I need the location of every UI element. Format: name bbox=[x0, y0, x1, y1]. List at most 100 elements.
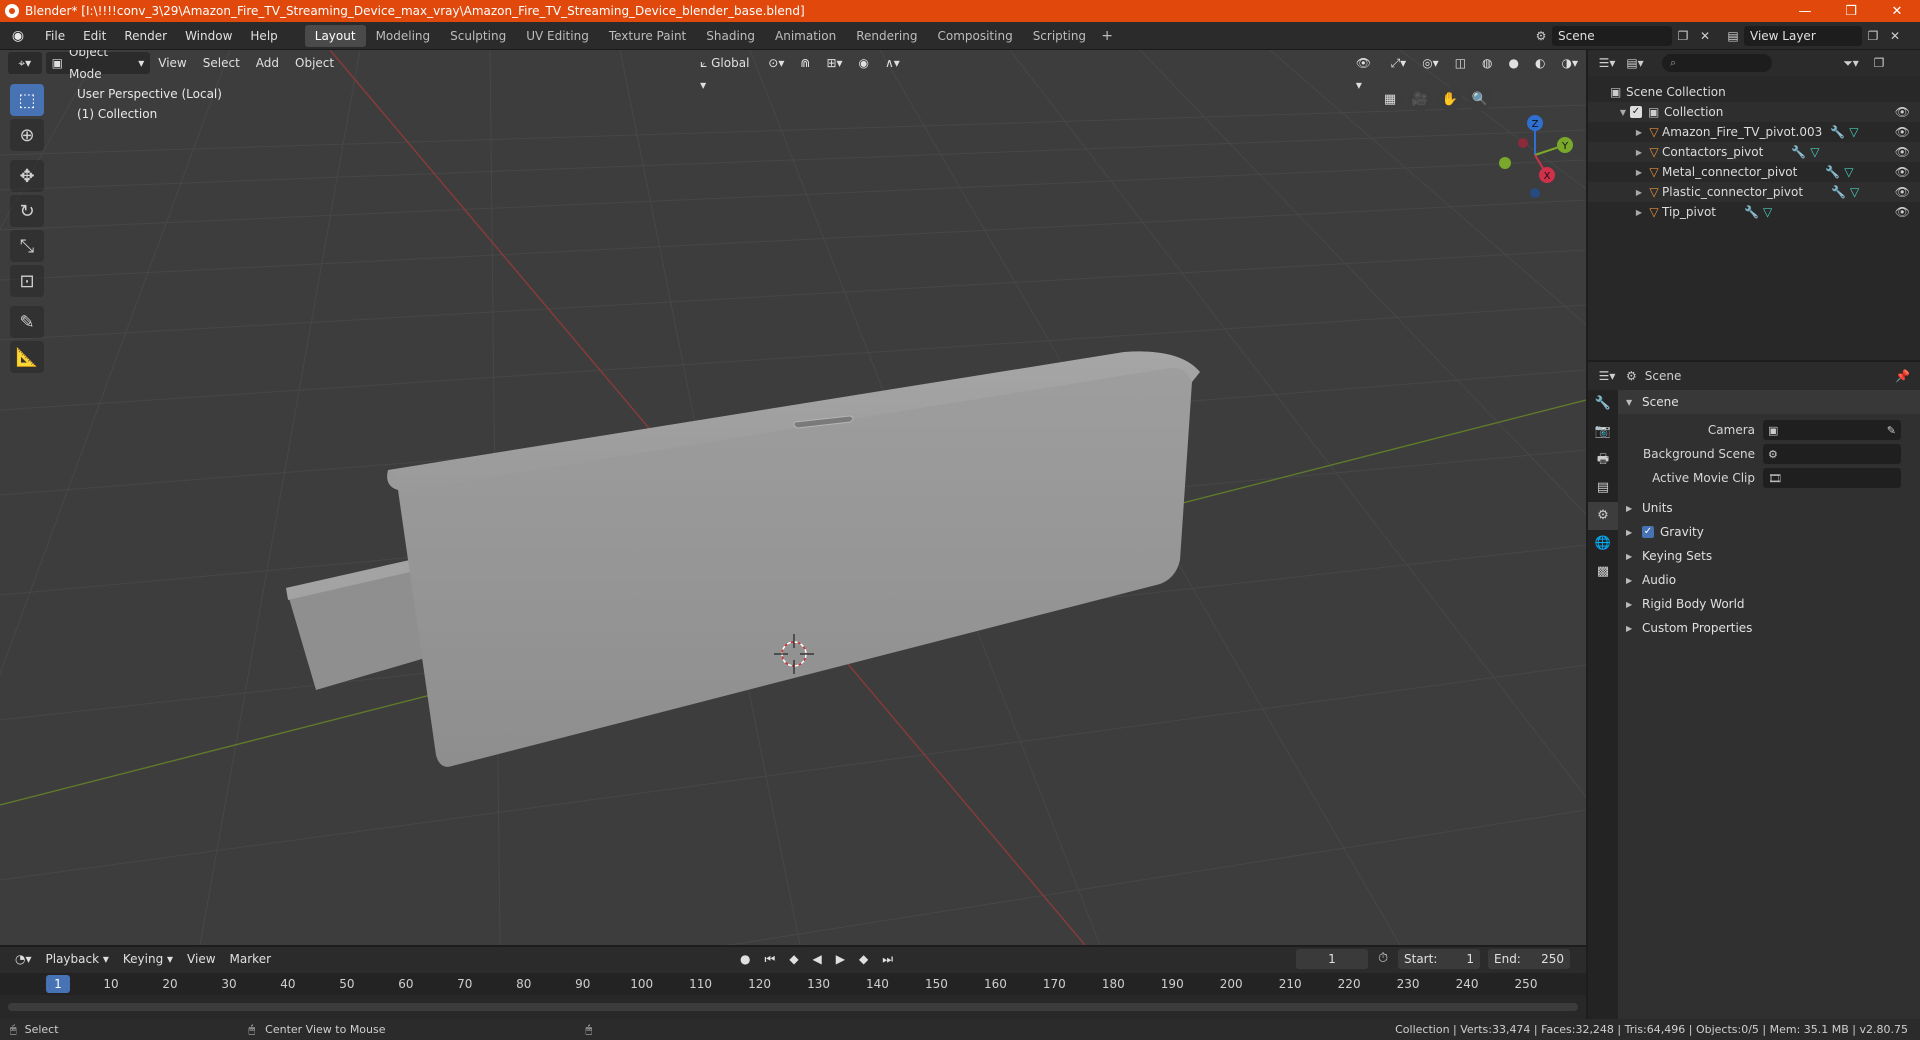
tab-layout[interactable]: Layout bbox=[304, 24, 366, 47]
pivot-point-icon[interactable]: ⊙▾ bbox=[760, 52, 792, 74]
tab-modeling[interactable]: Modeling bbox=[366, 25, 441, 47]
scene-field[interactable]: Scene bbox=[1552, 26, 1672, 46]
view-layer-field[interactable]: View Layer bbox=[1744, 26, 1862, 46]
properties-editor-type-icon[interactable]: ☰▾ bbox=[1596, 366, 1618, 386]
tab-scripting[interactable]: Scripting bbox=[1023, 25, 1096, 47]
rendered-shading-icon[interactable]: ◑▾ bbox=[1554, 52, 1587, 74]
modifier-wrench-icon[interactable]: 🔧 bbox=[1744, 205, 1759, 219]
proportional-edit-icon[interactable]: ◉ bbox=[851, 52, 877, 74]
world-tab-icon[interactable]: 🌐 bbox=[1588, 530, 1618, 558]
delete-view-layer-icon[interactable]: ✕ bbox=[1884, 26, 1906, 46]
outliner-collection[interactable]: ▼ ✓ ▣ Collection 👁 bbox=[1588, 102, 1920, 122]
eyedropper-icon[interactable]: ✎ bbox=[1887, 424, 1896, 437]
expand-arrow-icon[interactable]: ▶ bbox=[1632, 168, 1646, 177]
outliner-object-row[interactable]: ▶ ▽ Metal_connector_pivot 🔧 ▽ 👁 bbox=[1588, 162, 1920, 182]
menu-window[interactable]: Window bbox=[176, 22, 241, 50]
record-button-icon[interactable]: ● bbox=[733, 948, 757, 970]
rigid-body-world-panel-header[interactable]: ▶ Rigid Body World bbox=[1618, 592, 1920, 616]
timeline-editor-type-icon[interactable]: ◔▾ bbox=[8, 948, 39, 970]
gravity-checkbox[interactable]: ✓ bbox=[1642, 526, 1654, 538]
snap-target-icon[interactable]: ⊞▾ bbox=[818, 52, 850, 74]
texture-tab-icon[interactable]: ▩ bbox=[1588, 558, 1618, 586]
outliner-search-input[interactable]: ⌕ bbox=[1662, 54, 1772, 72]
modifier-wrench-icon[interactable]: 🔧 bbox=[1830, 125, 1845, 139]
keying-sets-panel-header[interactable]: ▶ Keying Sets bbox=[1618, 544, 1920, 568]
current-frame-field[interactable]: 1 bbox=[1296, 949, 1368, 969]
menu-render[interactable]: Render bbox=[115, 22, 176, 50]
modifier-wrench-icon[interactable]: 🔧 bbox=[1791, 145, 1806, 159]
falloff-icon[interactable]: ∧▾ bbox=[877, 52, 908, 74]
blender-logo-icon[interactable]: ◉ bbox=[10, 28, 26, 44]
outliner-editor-type-icon[interactable]: ☰▾ bbox=[1596, 53, 1618, 73]
tab-rendering[interactable]: Rendering bbox=[846, 25, 927, 47]
expand-arrow-icon[interactable]: ▶ bbox=[1632, 128, 1646, 137]
viewport-menu-view[interactable]: View bbox=[150, 52, 194, 74]
delete-scene-icon[interactable]: ✕ bbox=[1694, 26, 1716, 46]
tab-compositing[interactable]: Compositing bbox=[927, 25, 1022, 47]
units-panel-header[interactable]: ▶ Units bbox=[1618, 496, 1920, 520]
object-mode-dropdown[interactable]: ▣ Object Mode ▾ bbox=[45, 50, 151, 81]
menu-edit[interactable]: Edit bbox=[74, 22, 115, 50]
play-reverse-icon[interactable]: ◀ bbox=[806, 948, 829, 970]
rotate-tool-icon[interactable]: ↻ bbox=[10, 195, 44, 227]
mesh-data-icon[interactable]: ▽ bbox=[1810, 145, 1819, 159]
measure-tool-icon[interactable]: 📐 bbox=[10, 341, 44, 373]
viewport-menu-object[interactable]: Object bbox=[287, 52, 342, 74]
tab-animation[interactable]: Animation bbox=[765, 25, 846, 47]
tab-uv-editing[interactable]: UV Editing bbox=[516, 25, 599, 47]
jump-end-icon[interactable]: ⏭ bbox=[875, 948, 900, 970]
maximize-button[interactable]: ❐ bbox=[1828, 0, 1874, 22]
timeline-menu-keying[interactable]: Keying ▾ bbox=[116, 948, 180, 970]
modifier-wrench-icon[interactable]: 🔧 bbox=[1825, 165, 1840, 179]
editor-type-icon[interactable]: ⌖▾ bbox=[8, 52, 42, 74]
add-workspace-button[interactable]: + bbox=[1096, 25, 1118, 47]
gizmo-toggle-icon[interactable]: ⤢▾ bbox=[1383, 52, 1415, 74]
mesh-data-icon[interactable]: ▽ bbox=[1844, 165, 1853, 179]
pan-hand-icon[interactable]: ✋ bbox=[1438, 87, 1462, 111]
eye-icon[interactable]: 👁 bbox=[1895, 205, 1910, 219]
material-shading-icon[interactable]: ◐ bbox=[1527, 52, 1553, 74]
wireframe-shading-icon[interactable]: ◍ bbox=[1474, 52, 1500, 74]
toggle-camera-grid-icon[interactable]: ▦ bbox=[1378, 87, 1402, 111]
stopwatch-icon[interactable]: ⏱ bbox=[1378, 951, 1388, 966]
gravity-panel-header[interactable]: ▶ ✓ Gravity bbox=[1618, 520, 1920, 544]
expand-arrow-icon[interactable]: ▶ bbox=[1632, 208, 1646, 217]
mesh-data-icon[interactable]: ▽ bbox=[1763, 205, 1772, 219]
new-collection-icon[interactable]: ❐ bbox=[1868, 53, 1890, 73]
transform-orientation-dropdown[interactable]: ⟀ Global ▾ bbox=[692, 52, 760, 92]
play-icon[interactable]: ▶ bbox=[829, 948, 852, 970]
custom-properties-panel-header[interactable]: ▶ Custom Properties bbox=[1618, 616, 1920, 640]
tab-texture-paint[interactable]: Texture Paint bbox=[599, 25, 696, 47]
view-layer-tab-icon[interactable]: ▤ bbox=[1588, 474, 1618, 502]
next-keyframe-icon[interactable]: ◆ bbox=[852, 948, 875, 970]
eye-icon[interactable]: 👁 bbox=[1895, 125, 1910, 139]
new-scene-icon[interactable]: ❐ bbox=[1672, 26, 1694, 46]
current-frame-marker[interactable]: 1 bbox=[46, 975, 70, 993]
mesh-data-icon[interactable]: ▽ bbox=[1850, 185, 1859, 199]
timeline-menu-playback[interactable]: Playback ▾ bbox=[39, 948, 116, 970]
timeline-ruler[interactable]: 1 10 20 30 40 50 60 70 80 90 100 110 120 130 140 150 160… bbox=[0, 973, 1586, 995]
outliner-scene-collection[interactable]: ▣ Scene Collection bbox=[1588, 82, 1920, 102]
timeline-menu-marker[interactable]: Marker bbox=[223, 948, 278, 970]
outliner-object-row[interactable]: ▶ ▽ Contactors_pivot 🔧 ▽ 👁 bbox=[1588, 142, 1920, 162]
modifier-wrench-icon[interactable]: 🔧 bbox=[1831, 185, 1846, 199]
camera-view-icon[interactable]: 🎥 bbox=[1408, 87, 1432, 111]
mesh-data-icon[interactable]: ▽ bbox=[1849, 125, 1858, 139]
filter-icon[interactable]: ⏷▾ bbox=[1840, 53, 1862, 73]
move-tool-icon[interactable]: ✥ bbox=[10, 160, 44, 192]
end-frame-field[interactable]: End: 250 bbox=[1488, 949, 1570, 969]
eye-icon[interactable]: 👁 bbox=[1895, 145, 1910, 159]
eye-icon[interactable]: 👁 bbox=[1895, 185, 1910, 199]
collection-checkbox[interactable]: ✓ bbox=[1630, 106, 1642, 118]
outliner-object-row[interactable]: ▶ ▽ Plastic_connector_pivot 🔧 ▽ 👁 bbox=[1588, 182, 1920, 202]
tool-tab-icon[interactable]: 🔧 bbox=[1588, 390, 1618, 418]
display-mode-icon[interactable]: ▤▾ bbox=[1624, 53, 1646, 73]
cursor-tool-icon[interactable]: ⊕ bbox=[10, 119, 44, 151]
scene-tab-icon[interactable]: ⚙ bbox=[1588, 502, 1618, 530]
jump-start-icon[interactable]: ⏮ bbox=[758, 948, 783, 970]
3d-viewport[interactable]: Z Y X ⌖▾ ▣ Object Mode ▾ View Select Add O… bbox=[0, 50, 1586, 945]
background-scene-field[interactable]: ⚙ bbox=[1763, 444, 1901, 464]
new-view-layer-icon[interactable]: ❐ bbox=[1862, 26, 1884, 46]
tab-shading[interactable]: Shading bbox=[696, 25, 765, 47]
prev-keyframe-icon[interactable]: ◆ bbox=[782, 948, 805, 970]
